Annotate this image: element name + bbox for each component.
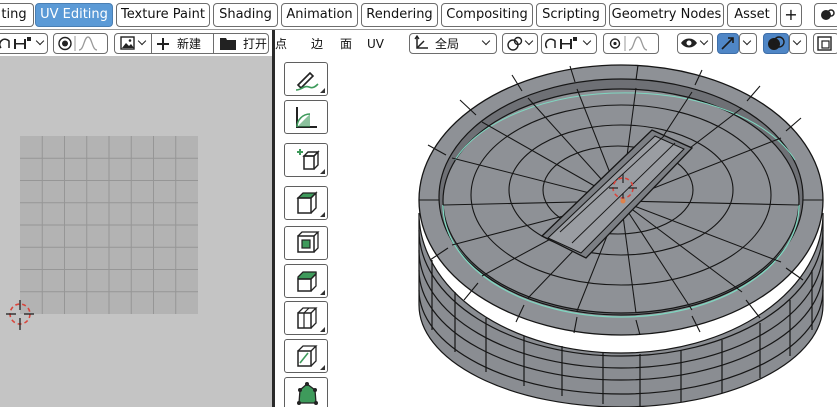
tab-label: Compositing: [446, 7, 528, 22]
tab-label: Geometry Nodes: [611, 7, 722, 22]
proportional-editing-viewport[interactable]: [603, 33, 659, 54]
separator: [151, 34, 152, 53]
tab-texture-paint[interactable]: Texture Paint: [116, 3, 210, 27]
select-mode-face[interactable]: 面: [340, 36, 352, 52]
open-image-button[interactable]: 打开: [243, 36, 267, 52]
tab-label: Rendering: [366, 7, 433, 22]
uv-editor-header: 新建 打开: [0, 30, 272, 56]
separator: [213, 34, 214, 53]
xray-toggle[interactable]: [813, 33, 837, 54]
overlays-dropdown[interactable]: [789, 33, 807, 54]
tab-label: Texture Paint: [121, 7, 205, 22]
tab-rendering[interactable]: Rendering: [361, 3, 438, 27]
tool-submenu-indicator: [320, 365, 325, 370]
tool-submenu-indicator: [320, 327, 325, 332]
plus-icon: [157, 38, 169, 50]
chevron-down-icon: [699, 36, 709, 46]
tool-submenu-indicator: [320, 290, 325, 295]
loop-cut-icon: [297, 307, 318, 329]
gizmo-toggle[interactable]: [717, 33, 739, 54]
workspace-tab-bar: ting UV Editing Texture Paint Shading An…: [0, 0, 837, 30]
tab-shading[interactable]: Shading: [213, 3, 278, 27]
xray-icon: [817, 36, 832, 51]
snapping-toggle[interactable]: [541, 33, 597, 54]
tab-scripting[interactable]: Scripting: [536, 3, 606, 27]
tab-label: UV Editing: [40, 7, 108, 22]
gizmo-icon: [721, 37, 734, 50]
measure-icon: [296, 107, 317, 128]
tab-label: ting: [1, 7, 27, 22]
visibility-dropdown[interactable]: [677, 33, 713, 54]
poly-build-icon: [297, 382, 318, 405]
tab-animation[interactable]: Animation: [281, 3, 358, 27]
tab-label: Shading: [219, 7, 272, 22]
eye-icon: [681, 38, 697, 48]
tab-geometry-nodes[interactable]: Geometry Nodes: [609, 3, 724, 27]
extrude-region-tool[interactable]: [284, 186, 328, 220]
viewport-header: 点 边 面 UV 全局: [275, 30, 837, 56]
blender-window: { "workspace_tabs": [ {"label": "ting"},…: [0, 0, 837, 407]
pivot-icon: [507, 36, 523, 51]
chevron-down-icon: [524, 36, 534, 46]
snap-icon: [0, 37, 31, 49]
measure-tool[interactable]: [284, 100, 328, 134]
tab-label: Animation: [286, 7, 353, 22]
gizmo-dropdown[interactable]: [739, 33, 757, 54]
tab-layout[interactable]: ting: [0, 3, 34, 27]
folder-icon: [220, 38, 236, 50]
uv-snap-toggle[interactable]: [0, 33, 48, 54]
add-workspace-label: +: [784, 5, 798, 24]
tab-uv-editing[interactable]: UV Editing: [35, 3, 113, 27]
image-icon: [120, 36, 135, 50]
extrude-icon: [296, 191, 318, 214]
scene-selector-button[interactable]: [814, 3, 837, 27]
orientation-label: 全局: [435, 37, 460, 51]
scene-icon: [821, 9, 835, 20]
tab-compositing[interactable]: Compositing: [441, 3, 533, 27]
add-cube-tool[interactable]: [284, 143, 328, 177]
tool-submenu-indicator: [320, 169, 325, 174]
tab-asset[interactable]: Asset: [727, 3, 777, 27]
add-workspace-button[interactable]: +: [780, 3, 802, 27]
uv-grid-lines: [20, 136, 198, 314]
tool-submenu-indicator: [320, 212, 325, 217]
inset-icon: [297, 231, 320, 253]
select-mode-vertex[interactable]: 点: [275, 36, 287, 52]
chevron-down-icon: [742, 36, 752, 46]
orientation-axes-icon: [414, 35, 428, 49]
tab-label: Scripting: [542, 7, 600, 22]
inset-faces-tool[interactable]: [284, 226, 328, 260]
chevron-down-icon: [137, 36, 147, 46]
new-image-button[interactable]: 新建: [177, 36, 201, 52]
3d-viewport[interactable]: [275, 56, 837, 407]
loop-cut-tool[interactable]: [284, 301, 328, 335]
proportional-editing-toggle[interactable]: [53, 33, 108, 54]
chevron-down-icon: [792, 36, 802, 46]
transform-orientation-dropdown[interactable]: 全局: [409, 33, 497, 54]
tool-submenu-indicator: [320, 88, 325, 93]
annotate-tool[interactable]: [284, 62, 328, 96]
pivot-point-dropdown[interactable]: [502, 33, 538, 54]
poly-build-tool[interactable]: [284, 377, 328, 407]
select-mode-edge[interactable]: 边: [311, 36, 323, 52]
annotate-icon: [295, 71, 319, 91]
proportional-icon: [609, 36, 648, 51]
overlays-toggle[interactable]: [763, 33, 789, 54]
knife-icon: [297, 345, 318, 367]
image-datablock-selector[interactable]: 新建 打开: [114, 33, 269, 54]
bevel-tool[interactable]: [284, 264, 328, 298]
knife-tool[interactable]: [284, 339, 328, 373]
proportional-icon: [58, 36, 98, 51]
uv-menu[interactable]: UV: [367, 36, 384, 52]
uv-2d-cursor-icon[interactable]: [0, 294, 40, 334]
tab-label: Asset: [734, 7, 770, 22]
bevel-icon: [297, 271, 317, 292]
uv-editor-canvas[interactable]: [0, 56, 272, 407]
magnet-snap-icon: [545, 37, 577, 49]
chevron-down-icon: [481, 36, 491, 46]
overlays-icon: [768, 36, 785, 50]
uv-image-grid: [20, 136, 198, 314]
add-cube-icon: [297, 149, 320, 170]
